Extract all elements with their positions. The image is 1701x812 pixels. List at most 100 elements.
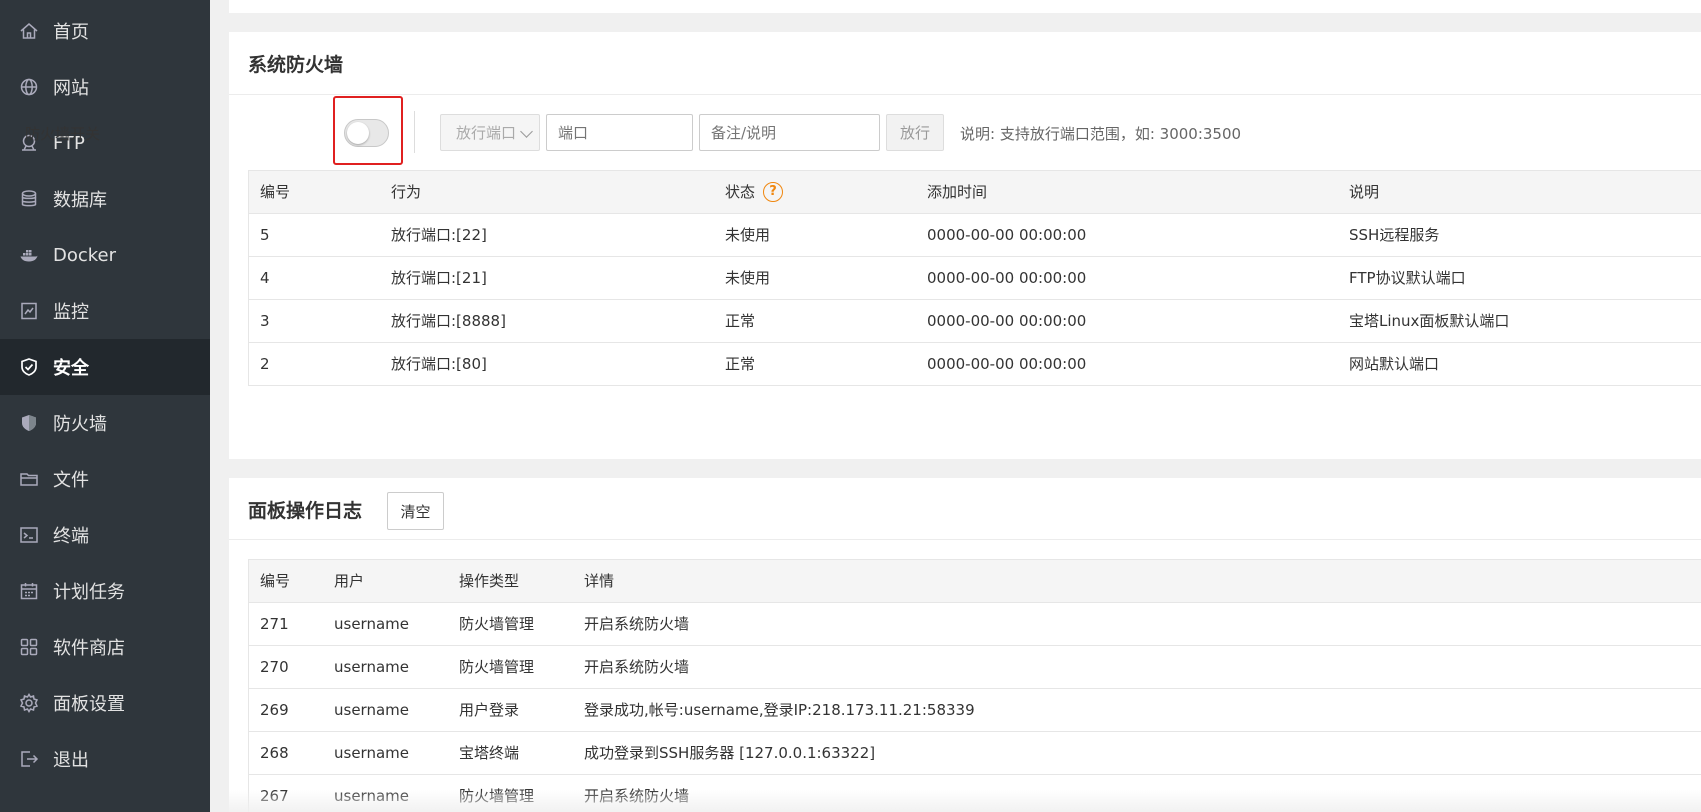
shield-icon	[19, 413, 39, 433]
column-header: 编号	[260, 183, 291, 201]
sidebar-item-label: 防火墙	[53, 414, 107, 435]
table-row: 4 放行端口:[21] 未使用 0000-00-00 00:00:00 FTP协…	[249, 257, 1701, 300]
sidebar-item-label: 终端	[53, 526, 89, 547]
cell-type: 用户登录	[459, 701, 520, 719]
shield-check-icon	[19, 357, 39, 377]
cell-user: username	[334, 615, 409, 633]
column-header: 操作类型	[459, 572, 520, 590]
cell-time: 0000-00-00 00:00:00	[927, 355, 1087, 373]
sidebar-item-firewall[interactable]: 防火墙	[0, 395, 210, 451]
cell-id: 270	[260, 658, 289, 676]
table-row: 270 username 防火墙管理 开启系统防火墙	[249, 646, 1701, 689]
globe-icon	[19, 77, 39, 97]
sidebar-item-home[interactable]: 首页	[0, 3, 210, 59]
cell-status: 正常	[725, 355, 756, 373]
docker-icon	[19, 245, 39, 265]
panel-log-table: 编号 用户 操作类型 详情 271 username 防火墙管理 开启系统防火墙…	[248, 559, 1701, 812]
sidebar-item-store[interactable]: 软件商店	[0, 619, 210, 675]
cell-action: 放行端口:[80]	[391, 355, 487, 373]
firewall-title: 系统防火墙	[248, 54, 344, 76]
cell-id: 269	[260, 701, 289, 719]
cell-detail: 成功登录到SSH服务器 [127.0.0.1:63322]	[584, 744, 876, 762]
sidebar-item-label: 计划任务	[53, 582, 125, 603]
cell-type: 防火墙管理	[459, 615, 535, 633]
column-header: 说明	[1349, 183, 1380, 201]
cell-note: FTP协议默认端口	[1349, 269, 1466, 287]
cell-status: 未使用	[725, 269, 771, 287]
table-row: 268 username 宝塔终端 成功登录到SSH服务器 [127.0.0.1…	[249, 732, 1701, 775]
cell-user: username	[334, 787, 409, 805]
cell-id: 267	[260, 787, 289, 805]
column-header-label: 状态	[725, 183, 756, 201]
action-select-value: 放行端口	[456, 124, 517, 142]
terminal-icon	[19, 525, 39, 545]
port-range-hint: 说明: 支持放行端口范围，如: 3000:3500	[960, 125, 1242, 143]
cell-user: username	[334, 744, 409, 762]
column-header: 行为	[391, 183, 422, 201]
home-icon	[19, 21, 39, 41]
firewall-rules-table: 编号 行为 状态? 添加时间 说明 5 放行端口:[22] 未使用 0000-0…	[248, 170, 1701, 386]
firewall-switch[interactable]	[344, 119, 389, 147]
clear-log-button[interactable]: 清空	[387, 492, 444, 530]
cell-time: 0000-00-00 00:00:00	[927, 226, 1087, 244]
release-button[interactable]: 放行	[886, 114, 944, 151]
column-header-status: 状态?	[725, 171, 784, 213]
calendar-icon	[19, 581, 39, 601]
table-row: 5 放行端口:[22] 未使用 0000-00-00 00:00:00 SSH远…	[249, 214, 1701, 257]
sidebar-item-files[interactable]: 文件	[0, 451, 210, 507]
top-card	[229, 0, 1701, 13]
apps-icon	[19, 637, 39, 657]
cell-note: SSH远程服务	[1349, 226, 1440, 244]
database-icon	[19, 189, 39, 209]
folder-icon	[19, 469, 39, 489]
sidebar-item-label: Docker	[53, 244, 117, 266]
sidebar-item-label: 首页	[53, 22, 89, 43]
table-row: 267 username 防火墙管理 开启系统防火墙	[249, 775, 1701, 812]
table-row: 3 放行端口:[8888] 正常 0000-00-00 00:00:00 宝塔L…	[249, 300, 1701, 343]
cell-status: 正常	[725, 312, 756, 330]
sidebar-item-label: 文件	[53, 470, 89, 491]
note-input[interactable]	[699, 114, 880, 151]
table-row: 271 username 防火墙管理 开启系统防火墙	[249, 603, 1701, 646]
sidebar-item-logout[interactable]: 退出	[0, 731, 210, 787]
cell-action: 放行端口:[22]	[391, 226, 487, 244]
cell-type: 防火墙管理	[459, 787, 535, 805]
column-header: 用户	[334, 572, 365, 590]
cell-id: 268	[260, 744, 289, 762]
cell-note: 网站默认端口	[1349, 355, 1440, 373]
gear-icon	[19, 693, 39, 713]
cell-detail: 开启系统防火墙	[584, 658, 690, 676]
cell-type: 防火墙管理	[459, 658, 535, 676]
cell-type: 宝塔终端	[459, 744, 520, 762]
cell-id: 271	[260, 615, 289, 633]
sidebar-item-cron[interactable]: 计划任务	[0, 563, 210, 619]
sidebar-item-label: 退出	[53, 750, 89, 771]
sidebar-item-label: 安全	[53, 358, 89, 379]
cell-action: 放行端口:[21]	[391, 269, 487, 287]
sidebar-item-database[interactable]: 数据库	[0, 171, 210, 227]
sidebar-item-docker[interactable]: Docker	[0, 227, 210, 283]
column-header: 编号	[260, 572, 291, 590]
port-input[interactable]	[546, 114, 693, 151]
column-header: 详情	[584, 572, 615, 590]
help-icon[interactable]: ?	[763, 181, 784, 202]
sidebar-item-monitor[interactable]: 监控	[0, 283, 210, 339]
table-row: 2 放行端口:[80] 正常 0000-00-00 00:00:00 网站默认端…	[249, 343, 1701, 386]
table-row: 269 username 用户登录 登录成功,帐号:username,登录IP:…	[249, 689, 1701, 732]
cell-time: 0000-00-00 00:00:00	[927, 312, 1087, 330]
log-title: 面板操作日志	[248, 500, 363, 522]
chevron-down-icon	[520, 125, 533, 138]
cell-action: 放行端口:[8888]	[391, 312, 506, 330]
column-header: 添加时间	[927, 183, 988, 201]
logout-icon	[19, 749, 39, 769]
sidebar-item-terminal[interactable]: 终端	[0, 507, 210, 563]
sidebar: 首页 网站 FTP 数据库 Docker 监控 安全 防火墙 文件 终端 计划任…	[0, 0, 210, 812]
action-select[interactable]: 放行端口	[440, 114, 540, 151]
sidebar-item-settings[interactable]: 面板设置	[0, 675, 210, 731]
sidebar-item-security[interactable]: 安全	[0, 339, 210, 395]
cell-id: 2	[260, 355, 270, 373]
cell-id: 5	[260, 226, 270, 244]
firewall-switch-label: 防火墙开关	[25, 125, 101, 143]
cell-user: username	[334, 701, 409, 719]
sidebar-item-website[interactable]: 网站	[0, 59, 210, 115]
